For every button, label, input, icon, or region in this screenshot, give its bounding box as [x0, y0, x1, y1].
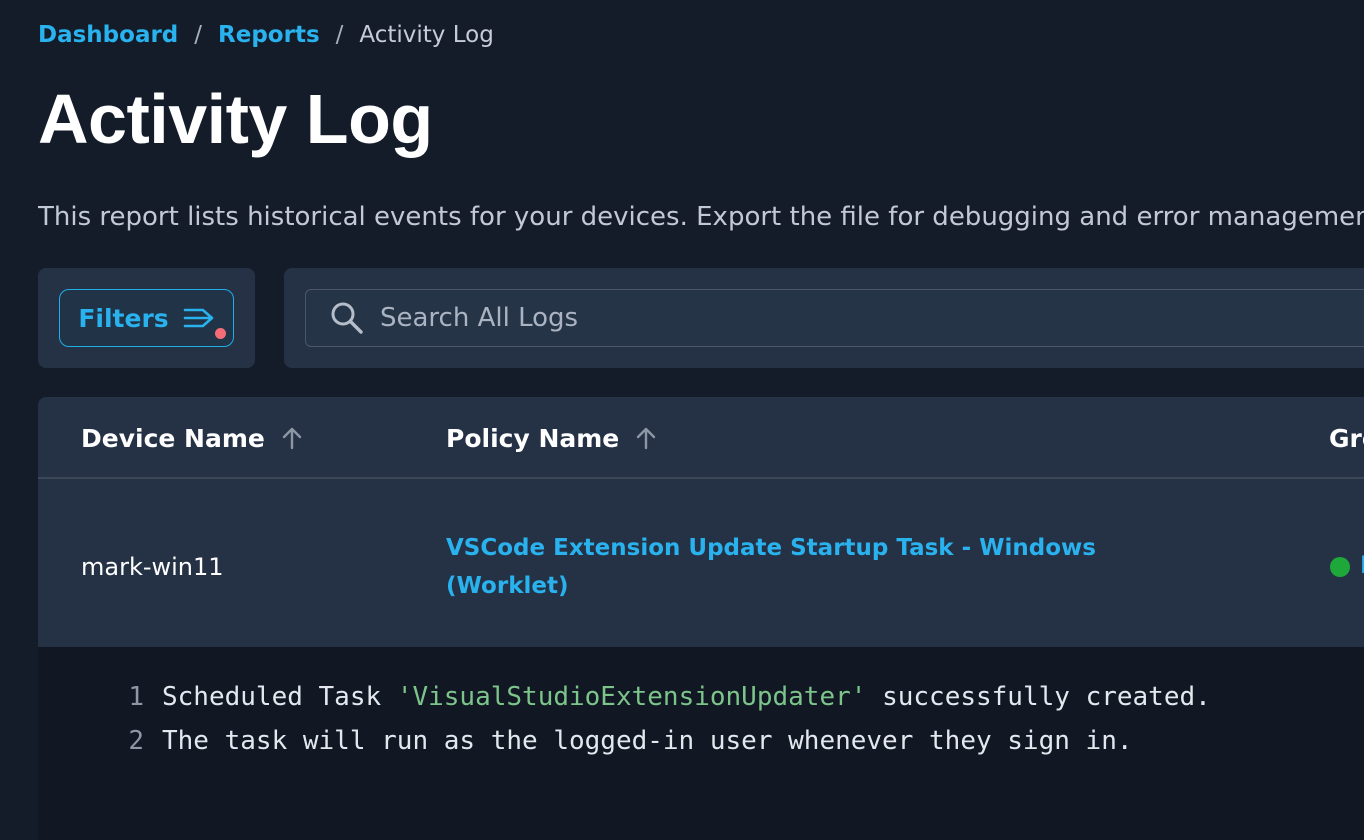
device-name-cell: mark-win11: [81, 553, 224, 581]
sort-ascending-icon[interactable]: [281, 426, 303, 450]
activity-log-table: Device Name Policy Name Gro mark-win11 V…: [38, 397, 1364, 840]
page-description: This report lists historical events for …: [38, 202, 1364, 232]
group-cell-text[interactable]: l: [1360, 553, 1364, 579]
filters-button-label: Filters: [78, 303, 169, 333]
table-row[interactable]: mark-win11 VSCode Extension Update Start…: [38, 487, 1364, 643]
breadcrumb-reports-link[interactable]: Reports: [218, 22, 320, 48]
log-line: 2 The task will run as the logged-in user…: [38, 719, 1133, 763]
search-icon: [330, 301, 364, 335]
search-panel: [284, 268, 1364, 368]
log-string-literal: 'VisualStudioExtensionUpdater': [396, 682, 867, 712]
status-indicator-dot: [1330, 557, 1350, 577]
filter-lines-arrow-icon: [183, 306, 215, 330]
activity-log-page: Dashboard / Reports / Activity Log Activ…: [0, 0, 1364, 840]
log-line-text: Scheduled Task 'VisualStudioExtensionUpd…: [162, 682, 1211, 712]
filters-button[interactable]: Filters: [59, 289, 234, 347]
breadcrumb-current: Activity Log: [359, 22, 494, 48]
filters-panel: Filters: [38, 268, 255, 368]
log-line: 1 Scheduled Task 'VisualStudioExtensionUp…: [38, 675, 1211, 719]
column-header-label: Policy Name: [446, 423, 620, 453]
column-header-label: Gro: [1329, 423, 1364, 453]
column-header-group[interactable]: Gro: [1329, 397, 1364, 479]
breadcrumb-dashboard-link[interactable]: Dashboard: [38, 22, 178, 48]
page-title: Activity Log: [38, 80, 433, 158]
column-header-policy-name[interactable]: Policy Name: [446, 397, 657, 479]
log-text-segment: Scheduled Task: [162, 682, 397, 712]
table-header: Device Name Policy Name Gro: [38, 397, 1364, 479]
breadcrumb-separator: /: [194, 22, 203, 48]
log-text-segment: successfully created.: [866, 682, 1211, 712]
line-number: 1: [128, 682, 144, 712]
line-number: 2: [128, 726, 144, 756]
search-input[interactable]: [380, 303, 1280, 333]
policy-name-link[interactable]: VSCode Extension Update Startup Task - W…: [446, 529, 1126, 605]
breadcrumb-separator: /: [335, 22, 344, 48]
column-header-device-name[interactable]: Device Name: [81, 397, 303, 479]
log-line-text: The task will run as the logged-in user …: [162, 726, 1133, 756]
breadcrumb: Dashboard / Reports / Activity Log: [38, 20, 494, 50]
search-box[interactable]: [305, 289, 1364, 347]
filters-active-indicator: [215, 328, 226, 339]
sort-ascending-icon[interactable]: [635, 426, 657, 450]
log-output-panel: 1 Scheduled Task 'VisualStudioExtensionUp…: [38, 647, 1364, 840]
log-text-segment: The task will run as the logged-in user …: [162, 726, 1133, 756]
column-header-label: Device Name: [81, 423, 265, 453]
